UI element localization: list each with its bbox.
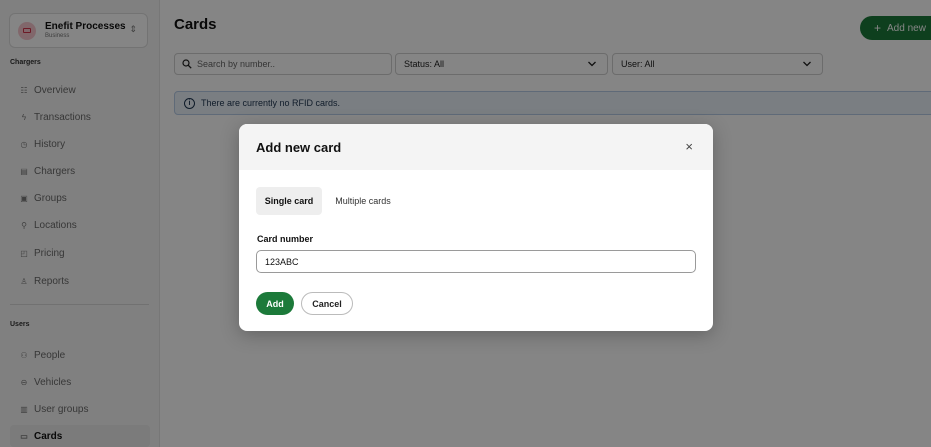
card-number-input[interactable] [256, 250, 696, 273]
cancel-button[interactable]: Cancel [301, 292, 353, 315]
dialog-header: Add new card × [239, 124, 713, 170]
card-number-label: Card number [257, 234, 314, 244]
tab-multiple-cards[interactable]: Multiple cards [333, 187, 393, 215]
dialog-title: Add new card [256, 140, 342, 155]
tab-single-card[interactable]: Single card [256, 187, 322, 215]
add-button[interactable]: Add [256, 292, 294, 315]
close-icon[interactable]: × [685, 140, 693, 153]
add-card-dialog: Add new card × Single card Multiple card… [239, 124, 713, 331]
